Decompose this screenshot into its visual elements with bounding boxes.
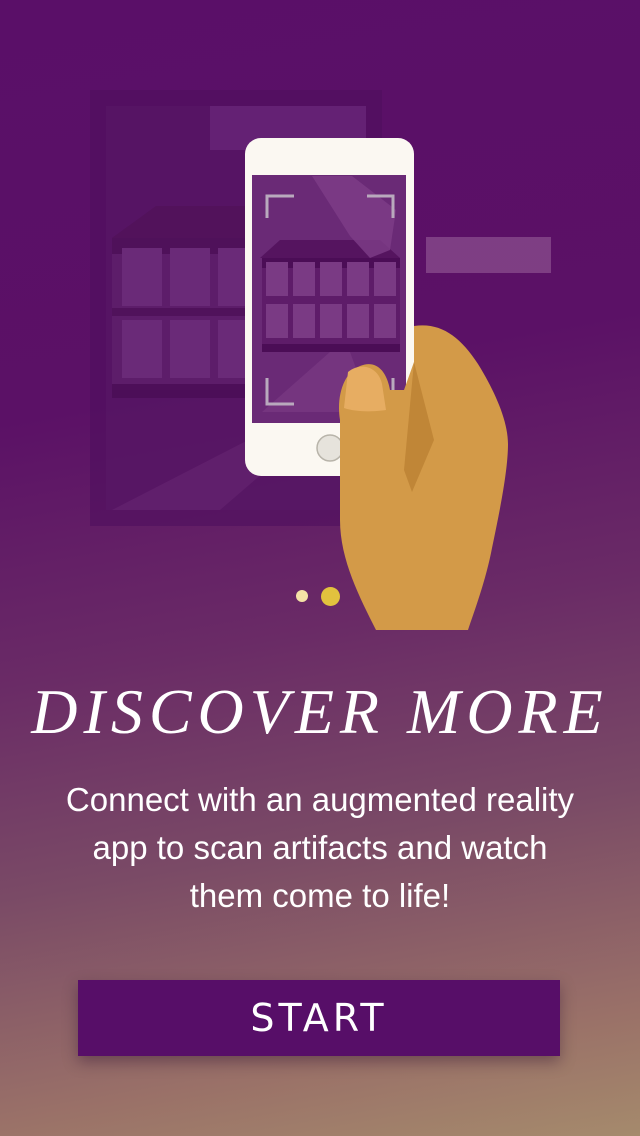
page-indicator [0,584,640,612]
info-panel-shape [426,237,551,273]
start-button[interactable]: START [78,980,560,1056]
headline: DISCOVER MORE [31,676,609,747]
page-dot-2-active [321,587,340,606]
description-text: Connect with an augmented reality app to… [65,781,575,914]
start-button-label: START [250,996,388,1040]
ar-scan-illustration [0,0,640,640]
illustration-svg [90,90,551,630]
page-dot-1 [296,590,308,602]
